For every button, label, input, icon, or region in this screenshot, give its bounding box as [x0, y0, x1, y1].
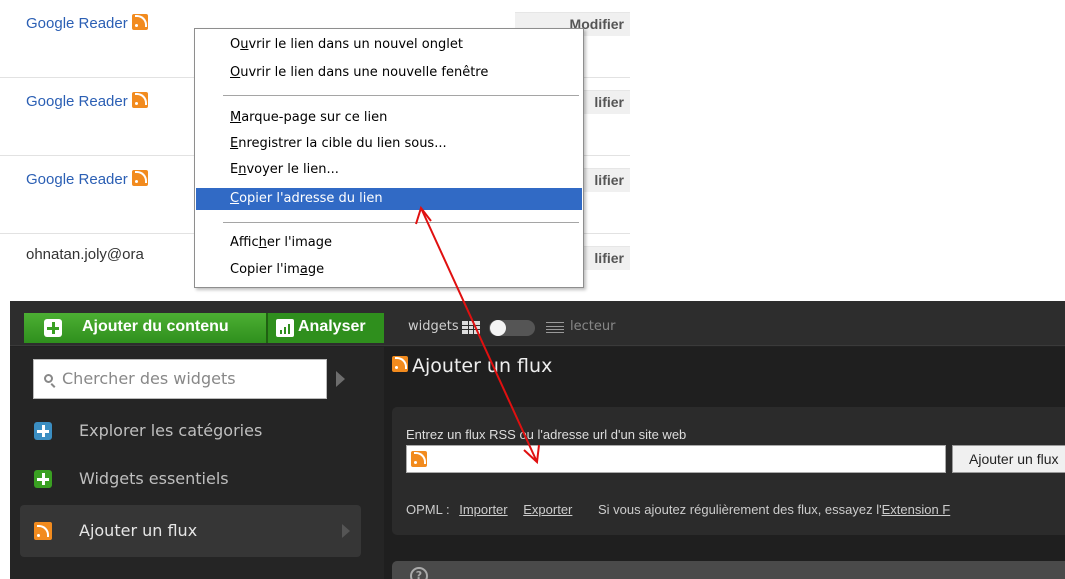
sidebar-item-explore-categories[interactable]: Explorer les catégories	[20, 405, 361, 457]
sidebar-item-add-feed[interactable]: Ajouter un flux	[20, 505, 361, 557]
plus-green-icon	[34, 470, 52, 488]
sidebar-item-label: Explorer les catégories	[79, 421, 263, 440]
feed-url-label: Entrez un flux RSS ou l'adresse url d'un…	[406, 427, 687, 442]
reader-link-label[interactable]: Google Reader	[26, 171, 128, 188]
menu-item-accesskey: a	[299, 262, 308, 277]
menu-item-label: vrir le lien dans un nouvel onglet	[248, 37, 463, 52]
menu-item-label: O	[230, 37, 241, 52]
feed-url-input[interactable]	[406, 445, 946, 473]
reader-link[interactable]: Google Reader	[26, 92, 148, 110]
help-panel: ?	[392, 561, 1065, 579]
analyse-tab[interactable]: Analyser	[266, 313, 384, 343]
extension-link[interactable]: Extension F	[882, 502, 951, 517]
menu-separator	[223, 95, 579, 97]
email-text: ohnatan.joly@ora	[26, 246, 144, 263]
menu-item-label: opier l'adresse du lien	[239, 191, 383, 206]
menu-item-open-new-tab[interactable]: Ouvrir le lien dans un nouvel onglet	[196, 34, 582, 56]
menu-item-copy-link-address[interactable]: Copier l'adresse du lien	[196, 188, 582, 210]
page-title-text: Ajouter un flux	[412, 355, 553, 377]
chart-bar	[280, 330, 282, 334]
chart-bar	[284, 327, 286, 334]
search-icon	[44, 374, 53, 383]
menu-item-view-image[interactable]: Afficher l'image	[196, 232, 582, 254]
search-go-arrow-icon[interactable]	[336, 371, 345, 387]
menu-item-label: Copier l'im	[230, 262, 300, 277]
reader-link-label[interactable]: Google Reader	[26, 15, 128, 32]
chevron-right-icon	[342, 524, 350, 538]
menu-item-bookmark-link[interactable]: Marque-page sur ce lien	[196, 107, 582, 129]
menu-item-accesskey: O	[230, 65, 241, 80]
plus-blue-icon	[34, 422, 52, 440]
export-link[interactable]: Exporter	[523, 502, 572, 517]
sidebar-item-label: Widgets essentiels	[79, 469, 229, 488]
reader-link[interactable]: Google Reader	[26, 170, 148, 188]
bar-chart-icon	[276, 319, 294, 337]
analyse-label: Analyser	[298, 318, 366, 335]
view-toggle[interactable]	[489, 320, 535, 336]
reader-link[interactable]: Google Reader	[26, 14, 148, 32]
menu-item-label: er l'image	[266, 235, 333, 250]
widgets-view-label[interactable]: widgets	[408, 319, 459, 334]
menu-item-label: ge	[307, 262, 325, 277]
import-link[interactable]: Importer	[459, 502, 507, 517]
top-bar: Ajouter du contenu Analyser widgets lect…	[10, 301, 1065, 346]
menu-item-label: Affic	[230, 235, 259, 250]
add-feed-panel: Entrez un flux RSS ou l'adresse url d'un…	[392, 407, 1065, 535]
search-input[interactable]: Chercher des widgets	[33, 359, 327, 399]
sidebar-item-essential-widgets[interactable]: Widgets essentiels	[20, 453, 361, 505]
page-title: Ajouter un flux	[392, 355, 552, 377]
plus-icon	[44, 319, 62, 337]
rss-icon[interactable]	[131, 92, 148, 108]
opml-label: OPML :	[406, 502, 450, 517]
help-icon: ?	[410, 567, 428, 579]
main-panel: Ajouter un flux Entrez un flux RSS ou l'…	[384, 347, 1065, 579]
menu-item-label: arque-page sur ce lien	[241, 110, 388, 125]
extension-hint-text: Si vous ajoutez régulièrement des flux, …	[598, 502, 882, 517]
rss-icon[interactable]	[131, 170, 148, 186]
rss-icon	[411, 451, 427, 467]
reader-view-label[interactable]: lecteur	[570, 319, 615, 334]
sidebar: Chercher des widgets Explorer les catégo…	[10, 347, 384, 579]
menu-separator	[223, 222, 579, 224]
opml-row: OPML : Importer Exporter Si vous ajoutez…	[406, 502, 950, 517]
rss-icon	[34, 522, 52, 540]
menu-item-accesskey: E	[230, 136, 239, 151]
menu-item-open-new-window[interactable]: Ouvrir le lien dans une nouvelle fenêtre	[196, 62, 582, 84]
menu-item-label: voyer le lien...	[246, 162, 339, 177]
rss-icon[interactable]	[131, 14, 148, 30]
rss-icon	[392, 356, 408, 372]
menu-item-label: E	[230, 162, 239, 177]
add-content-tab[interactable]: Ajouter du contenu	[24, 313, 266, 343]
netvibes-app: Ajouter du contenu Analyser widgets lect…	[10, 301, 1065, 579]
reader-link-label[interactable]: Google Reader	[26, 93, 128, 110]
menu-item-send-link[interactable]: Envoyer le lien...	[196, 159, 582, 181]
add-feed-button[interactable]: Ajouter un flux	[952, 445, 1065, 473]
menu-item-accesskey: C	[230, 191, 240, 206]
chart-bar	[288, 324, 290, 334]
sidebar-item-label: Ajouter un flux	[79, 521, 198, 540]
list-view-icon[interactable]	[546, 322, 564, 333]
menu-item-accesskey: M	[230, 110, 242, 125]
add-content-label: Ajouter du contenu	[82, 318, 229, 335]
context-menu: Ouvrir le lien dans un nouvel onglet Ouv…	[194, 28, 584, 288]
menu-item-accesskey: h	[258, 235, 267, 250]
menu-item-label: nregistrer la cible du lien sous...	[238, 136, 447, 151]
menu-item-label: uvrir le lien dans une nouvelle fenêtre	[240, 65, 489, 80]
grid-view-icon[interactable]	[462, 321, 480, 334]
menu-item-save-link-as[interactable]: Enregistrer la cible du lien sous...	[196, 133, 582, 155]
menu-item-copy-image[interactable]: Copier l'image	[196, 259, 582, 281]
